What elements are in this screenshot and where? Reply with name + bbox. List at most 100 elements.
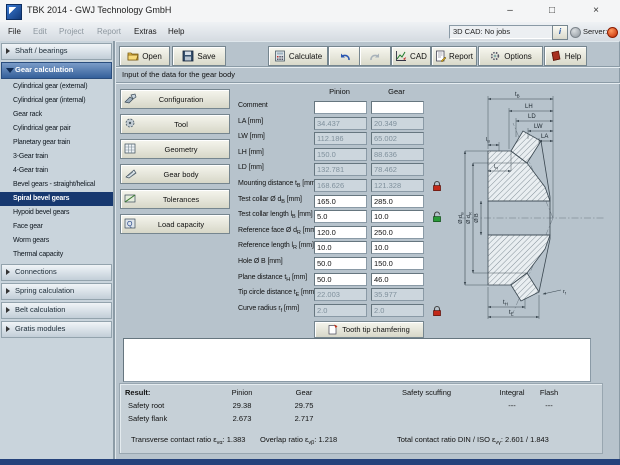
svg-text:Q: Q	[127, 221, 133, 228]
lock-closed-icon[interactable]	[431, 304, 443, 316]
configuration-button[interactable]: Configuration	[120, 89, 230, 109]
sidebar-item-cylindrical-gear-external[interactable]: Cylindrical gear (external)	[0, 80, 113, 94]
sidebar-item-face-gear[interactable]: Face gear	[0, 220, 113, 234]
test-collar-length-gear-input[interactable]	[371, 210, 424, 223]
sidebar-item-3-gear-train[interactable]: 3-Gear train	[0, 150, 113, 164]
redo-button[interactable]	[359, 46, 391, 66]
load-capacity-button[interactable]: Q Load capacity	[120, 214, 230, 234]
safety-flank-label: Safety flank	[128, 414, 167, 423]
chamfer-icon	[328, 324, 338, 335]
menu-edit[interactable]: Edit	[30, 25, 50, 38]
hole-pinion-input[interactable]	[314, 257, 367, 270]
collapsed-arrow-icon	[6, 307, 10, 313]
test-collar-diameter-gear-input[interactable]	[371, 195, 424, 208]
plane-distance-pinion-input[interactable]	[314, 273, 367, 286]
lh-gear-input	[371, 148, 424, 161]
overlap-ratio: Overlap ratio εvβ: 1.218	[260, 435, 337, 446]
save-button[interactable]: Save	[172, 46, 226, 66]
tool-button[interactable]: Tool	[120, 114, 230, 134]
menu-report[interactable]: Report	[94, 25, 124, 38]
comment-pinion-input[interactable]	[314, 101, 367, 114]
lock-closed-icon[interactable]	[431, 179, 443, 191]
sidebar-section-shaft-bearings[interactable]: Shaft / bearings	[1, 43, 112, 60]
sidebar-section-gratis-modules[interactable]: Gratis modules	[1, 321, 112, 338]
collapsed-arrow-icon	[6, 288, 10, 294]
geometry-grid-icon	[121, 143, 139, 156]
tool-cutter-icon	[121, 117, 139, 131]
sidebar-item-cylindrical-gear-internal[interactable]: Cylindrical gear (internal)	[0, 94, 113, 108]
app-icon	[6, 4, 22, 20]
cad-status-box: 3D CAD: No jobs	[449, 25, 554, 39]
svg-text:tB: tB	[515, 92, 520, 99]
total-contact-ratio: Total contact ratio DIN / ISO εvγ: 2.601…	[397, 435, 549, 446]
help-book-icon	[550, 50, 562, 62]
save-disk-icon	[182, 50, 194, 62]
geometry-button[interactable]: Geometry	[120, 139, 230, 159]
cad-button[interactable]: CAD	[391, 46, 431, 66]
field-label: Test collar length lB [mm]	[238, 211, 314, 220]
gear-body-button[interactable]: Gear body	[120, 164, 230, 184]
menu-file[interactable]: File	[5, 25, 24, 38]
tolerances-gauge-icon	[121, 193, 139, 206]
field-label: LW [mm]	[238, 133, 314, 142]
minimize-button[interactable]: –	[490, 0, 530, 21]
options-tools-icon	[489, 50, 501, 62]
safety-flank-pinion: 2.673	[222, 414, 262, 423]
menu-project[interactable]: Project	[56, 25, 87, 38]
tooth-tip-chamfering-button[interactable]: Tooth tip chamfering	[314, 321, 424, 338]
sidebar-item-planetary-gear-train[interactable]: Planetary gear train	[0, 136, 113, 150]
sidebar-section-gear-calculation[interactable]: Gear calculation	[1, 62, 112, 79]
info-button[interactable]: i	[552, 25, 568, 40]
hole-gear-input[interactable]	[371, 257, 424, 270]
application-window: TBK 2014 - GWJ Technology GmbH – □ × Fil…	[0, 0, 620, 465]
options-button[interactable]: Options	[478, 46, 543, 66]
calculator-icon	[274, 50, 286, 62]
field-label: Tip circle distance tE [mm]	[238, 289, 314, 298]
help-button[interactable]: Help	[544, 46, 587, 66]
undo-button[interactable]	[328, 46, 360, 66]
title-bar: TBK 2014 - GWJ Technology GmbH – □ ×	[0, 0, 620, 23]
sidebar-item-worm-gears[interactable]: Worm gears	[0, 234, 113, 248]
open-button[interactable]: Open	[119, 46, 170, 66]
menu-bar: File Edit Project Report Extras Help 3D …	[0, 22, 620, 42]
test-collar-length-pinion-input[interactable]	[314, 210, 367, 223]
sidebar-item-cylindrical-gear-pair[interactable]: Cylindrical gear pair	[0, 122, 113, 136]
notes-textarea[interactable]	[123, 338, 591, 382]
sidebar-item-spiral-bevel-gears[interactable]: Spiral bevel gears	[0, 192, 113, 206]
sidebar-section-spring-calculation[interactable]: Spring calculation	[1, 283, 112, 300]
comment-gear-input[interactable]	[371, 101, 424, 114]
result-col-integral: Integral	[492, 388, 532, 397]
tolerances-button[interactable]: Tolerances	[120, 189, 230, 209]
field-label: LA [mm]	[238, 118, 314, 127]
maximize-button[interactable]: □	[532, 0, 572, 21]
field-label: Reference length lR [mm]	[238, 242, 314, 251]
field-label: LD [mm]	[238, 164, 314, 173]
result-col-pinion: Pinion	[222, 388, 262, 397]
sidebar-item-gear-rack[interactable]: Gear rack	[0, 108, 113, 122]
reference-length-pinion-input[interactable]	[314, 241, 367, 254]
lw-gear-input	[371, 132, 424, 145]
test-collar-diameter-pinion-input[interactable]	[314, 195, 367, 208]
gear-column-header: Gear	[371, 87, 422, 96]
calculate-button[interactable]: Calculate	[268, 46, 328, 66]
close-button[interactable]: ×	[576, 0, 616, 21]
result-panel: Result: Pinion Gear Safety scuffing Inte…	[119, 383, 603, 454]
reference-face-pinion-input[interactable]	[314, 226, 367, 239]
menu-help[interactable]: Help	[165, 25, 187, 38]
configuration-icon	[121, 93, 139, 106]
plane-distance-gear-input[interactable]	[371, 273, 424, 286]
reference-length-gear-input[interactable]	[371, 241, 424, 254]
sidebar-item-4-gear-train[interactable]: 4-Gear train	[0, 164, 113, 178]
reference-face-gear-input[interactable]	[371, 226, 424, 239]
sidebar-item-hypoid-bevel-gears[interactable]: Hypoid bevel gears	[0, 206, 113, 220]
svg-text:lB: lB	[486, 137, 490, 144]
module-sidebar: Shaft / bearings Gear calculation Cylind…	[0, 41, 115, 459]
sidebar-item-thermal-capacity[interactable]: Thermal capacity	[0, 248, 113, 262]
report-button[interactable]: Report	[431, 46, 477, 66]
sidebar-item-bevel-gears-straight[interactable]: Bevel gears - straight/helical	[0, 178, 113, 192]
sidebar-section-connections[interactable]: Connections	[1, 264, 112, 281]
menu-extras[interactable]: Extras	[131, 25, 160, 38]
lock-open-icon[interactable]	[431, 210, 443, 222]
report-document-icon	[435, 50, 446, 62]
sidebar-section-belt-calculation[interactable]: Belt calculation	[1, 302, 112, 319]
